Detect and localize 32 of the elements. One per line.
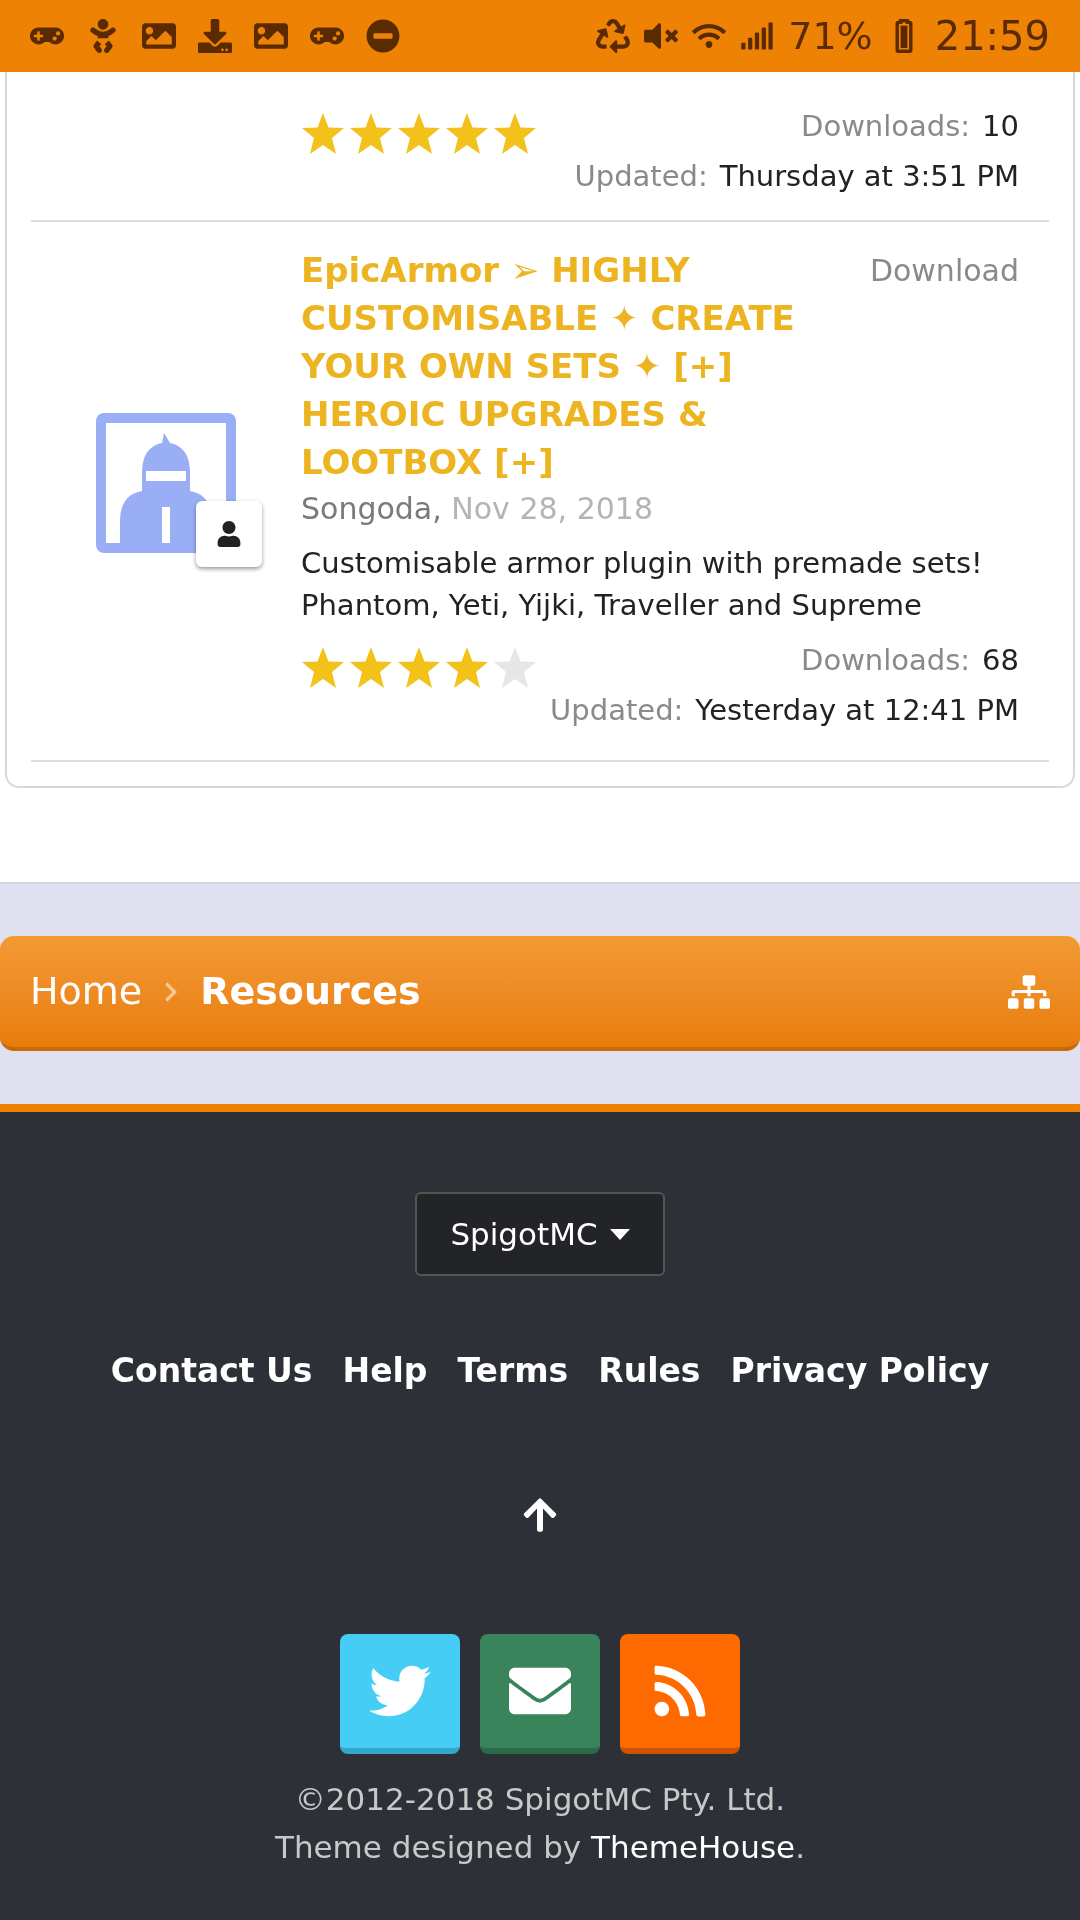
battery-percent: 71% xyxy=(788,12,873,60)
resource-date: Nov 28, 2018 xyxy=(451,491,653,526)
copyright-text: ©2012-2018 SpigotMC Pty. Ltd. xyxy=(294,1779,786,1819)
downloads-label: Downloads: xyxy=(801,108,971,145)
clock-time: 21:59 xyxy=(934,12,1050,61)
rss-button[interactable] xyxy=(620,1633,740,1754)
themehouse-link[interactable]: ThemeHouse xyxy=(591,1829,796,1865)
footer-link[interactable]: Help xyxy=(342,1346,428,1396)
scroll-top-icon[interactable] xyxy=(521,1495,559,1534)
author-name[interactable]: Songoda, xyxy=(301,491,442,526)
footer-link[interactable]: Privacy Policy xyxy=(730,1346,990,1396)
do-not-disturb-icon xyxy=(366,19,400,53)
updated-label: Updated: xyxy=(574,158,708,195)
download-icon xyxy=(198,19,232,53)
footer-link[interactable]: Terms xyxy=(457,1346,569,1396)
resource-description: Customisable armor plugin with premade sets! Phantom, Yeti, Yijki, Traveller and Supreme xyxy=(301,545,984,624)
resource-avatar-drawing[interactable] xyxy=(94,411,262,567)
caret-icon xyxy=(609,1228,630,1240)
downloads-label: Downloads: xyxy=(801,642,971,679)
credit-text: Theme designed by ThemeHouse. xyxy=(274,1828,805,1867)
email-button[interactable] xyxy=(480,1633,600,1754)
footer-link[interactable]: Rules xyxy=(598,1346,701,1396)
downloads-count: 10 xyxy=(982,108,1019,145)
footer-link[interactable]: Contact Us xyxy=(110,1346,313,1396)
updated-time: Yesterday at 12:41 PM xyxy=(695,692,1019,729)
signal-icon xyxy=(740,19,775,53)
downloads-count: 68 xyxy=(982,642,1019,679)
site-dropdown[interactable]: SpigotMC xyxy=(415,1192,665,1276)
updated-time: Thursday at 3:51 PM xyxy=(719,158,1019,195)
twitter-button[interactable] xyxy=(340,1633,460,1754)
recycle-icon xyxy=(596,19,631,53)
updated-label: Updated: xyxy=(550,692,684,729)
